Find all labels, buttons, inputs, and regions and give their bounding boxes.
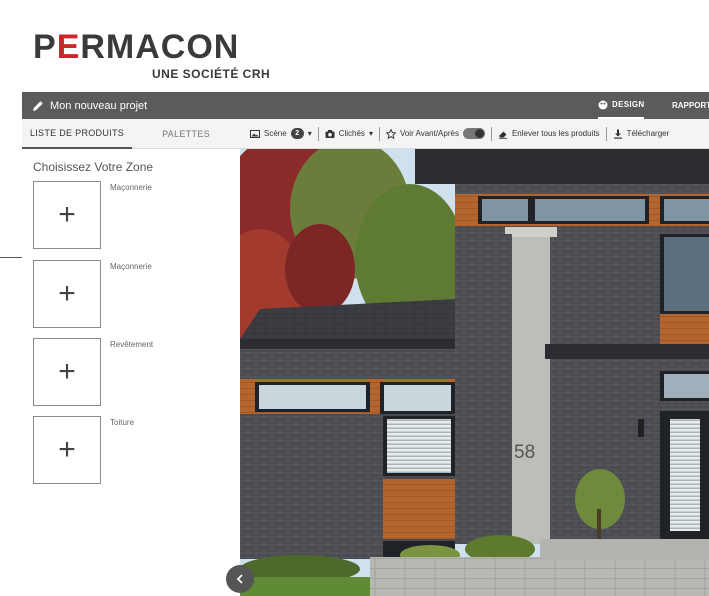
scene-toolbar: Scène 2 ▾ Clichés ▾ Voir Avant/Après Enl… [240,119,709,149]
star-icon [385,128,396,139]
pencil-icon [33,100,43,111]
brand-logo: PERMACON [33,28,240,66]
house-number: 58 [514,442,535,463]
tab-design[interactable]: DESIGN [598,92,645,119]
logo-area: PERMACON UNE SOCIÉTÉ CRH [0,0,709,92]
collapse-panel-button[interactable] [226,565,254,593]
tab-rapport-label: RAPPORT [672,101,709,110]
panel-tabs: LISTE DE PRODUITS PALETTES [22,119,240,149]
cliches-label: Clichés [338,129,365,138]
toolbar-separator [378,126,380,141]
zone-panel: Choisissez Votre Zone + Maçonnerie + Maç… [22,149,240,596]
download-icon [613,129,622,139]
zone-label: Maçonnerie [110,262,152,271]
app-header: Mon nouveau projet DESIGN RAPPORT [22,92,709,119]
image-icon [250,129,260,138]
caret-down-icon: ▾ [307,129,312,138]
scene-label: Scène [264,129,287,138]
caret-down-icon: ▾ [368,129,373,138]
zone-slot-toiture[interactable]: + [33,416,101,484]
palette-icon [598,100,608,109]
divider [0,257,22,258]
project-name-button[interactable]: Mon nouveau projet [32,92,147,119]
tab-palettes[interactable]: PALETTES [132,119,240,149]
tab-rapport[interactable]: RAPPORT [668,92,709,119]
plus-icon: + [58,277,76,310]
telecharger-label: Télécharger [626,129,670,138]
tab-products[interactable]: LISTE DE PRODUITS [22,119,132,149]
zone-label: Toiture [110,418,135,427]
camera-icon [325,129,335,138]
project-name: Mon nouveau projet [50,99,148,112]
zone-panel-title: Choisissez Votre Zone [33,160,154,174]
voir-label: Voir Avant/Après [399,129,459,138]
scene-selector[interactable]: Scène 2 ▾ [250,128,312,139]
tab-design-label: DESIGN [612,100,645,109]
plus-icon: + [58,433,76,466]
before-after-toggle[interactable] [462,128,485,139]
cliches-menu[interactable]: Clichés ▾ [325,129,373,139]
brand-tagline: UNE SOCIÉTÉ CRH [152,67,271,81]
chevron-left-icon [236,574,243,584]
house-illustration: 58 [240,149,709,596]
plus-icon: + [58,355,76,388]
enlever-label: Enlever tous les produits [511,129,600,138]
toolbar-separator [317,126,319,141]
plus-icon: + [58,198,76,231]
house-scene[interactable]: 58 [240,149,709,596]
zone-slot-maconnerie-1[interactable]: + [33,181,101,249]
voir-avant-apres[interactable]: Voir Avant/Après [385,128,485,139]
telecharger-button[interactable]: Télécharger [613,129,670,139]
scene-count-badge: 2 [290,128,304,139]
eraser-icon [498,131,507,139]
zone-slot-maconnerie-2[interactable]: + [33,260,101,328]
zone-label: Revêtement [110,340,154,349]
zone-label: Maçonnerie [110,183,152,192]
enlever-button[interactable]: Enlever tous les produits [498,129,600,139]
toolbar-separator [605,126,607,141]
toolbar-separator [490,126,492,141]
zone-slot-revetement[interactable]: + [33,338,101,406]
